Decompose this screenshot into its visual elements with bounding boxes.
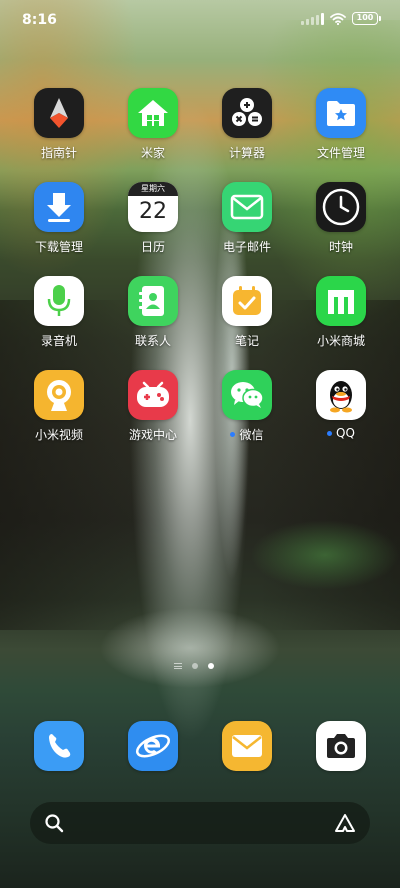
game-center-icon: [128, 370, 178, 420]
app-label: 日历: [140, 240, 165, 254]
search-bar[interactable]: [30, 802, 370, 844]
app-label: 计算器: [228, 146, 265, 160]
app-compass[interactable]: 指南针: [19, 88, 99, 172]
camera-icon: [327, 734, 355, 758]
app-label: 小米商城: [316, 334, 365, 348]
wechat-icon: [222, 370, 272, 420]
app-mi-store[interactable]: 小米商城: [301, 276, 381, 360]
app-notes[interactable]: 笔记: [207, 276, 287, 360]
mijia-home-icon: [128, 88, 178, 138]
app-wechat[interactable]: 微信: [207, 370, 287, 454]
page-dot: [192, 663, 198, 669]
recorder-icon: [34, 276, 84, 326]
app-recorder[interactable]: 录音机: [19, 276, 99, 360]
email-icon: [222, 182, 272, 232]
clock-icon: [316, 182, 366, 232]
battery-icon: 100: [352, 12, 381, 25]
notification-dot: [230, 432, 236, 437]
app-calendar[interactable]: 星期六 22 日历: [113, 182, 193, 266]
dock-phone[interactable]: [34, 721, 84, 771]
app-label: 笔记: [234, 334, 259, 348]
mi-video-icon: [34, 370, 84, 420]
app-label: 电子邮件: [222, 240, 271, 254]
app-label: 下载管理: [34, 240, 83, 254]
dock-messages[interactable]: [222, 721, 272, 771]
app-email[interactable]: 电子邮件: [207, 182, 287, 266]
app-contacts[interactable]: 联系人: [113, 276, 193, 360]
app-label: 指南针: [40, 146, 77, 160]
page-indicator[interactable]: [174, 663, 214, 669]
qq-icon: [316, 370, 366, 420]
app-label: 米家: [140, 146, 165, 160]
app-mijia[interactable]: 米家: [113, 88, 193, 172]
mi-store-icon: [316, 276, 366, 326]
compass-icon: [34, 88, 84, 138]
assistant-icon[interactable]: [334, 813, 356, 833]
app-download-manager[interactable]: 下载管理: [19, 182, 99, 266]
phone-icon: [49, 734, 71, 758]
calendar-icon: 星期六 22: [128, 182, 178, 232]
app-label: 小米视频: [34, 428, 83, 442]
app-file-manager[interactable]: 文件管理: [301, 88, 381, 172]
page-indicator-menu-icon: [174, 663, 182, 669]
notes-icon: [222, 276, 272, 326]
app-game-center[interactable]: 游戏中心: [113, 370, 193, 454]
app-label: 微信: [239, 428, 264, 442]
app-label: 联系人: [134, 334, 171, 348]
download-icon: [34, 182, 84, 232]
status-icons: 100: [301, 12, 381, 25]
app-label: 游戏中心: [128, 428, 177, 442]
app-label: 文件管理: [316, 146, 365, 160]
wifi-icon: [330, 12, 346, 25]
calendar-weekday: 星期六: [128, 182, 178, 196]
signal-icon: [301, 12, 324, 25]
app-mi-video[interactable]: 小米视频: [19, 370, 99, 454]
app-calculator[interactable]: 计算器: [207, 88, 287, 172]
contacts-icon: [128, 276, 178, 326]
search-icon[interactable]: [44, 813, 64, 833]
app-label: 时钟: [328, 240, 353, 254]
notification-dot: [327, 430, 333, 436]
app-clock[interactable]: 时钟: [301, 182, 381, 266]
wallpaper-moss: [250, 520, 400, 590]
app-label: 录音机: [40, 334, 77, 348]
status-bar: 8:16 100: [0, 0, 400, 40]
dock-camera[interactable]: [316, 721, 366, 771]
browser-icon: [135, 734, 171, 758]
dock-browser[interactable]: [128, 721, 178, 771]
calculator-icon: [222, 88, 272, 138]
page-dot-active: [208, 663, 214, 669]
calendar-day: 22: [139, 199, 167, 224]
app-qq[interactable]: QQ: [301, 370, 381, 454]
file-manager-icon: [316, 88, 366, 138]
messages-icon: [232, 735, 262, 757]
app-label: QQ: [336, 426, 355, 440]
status-time: 8:16: [22, 12, 57, 28]
